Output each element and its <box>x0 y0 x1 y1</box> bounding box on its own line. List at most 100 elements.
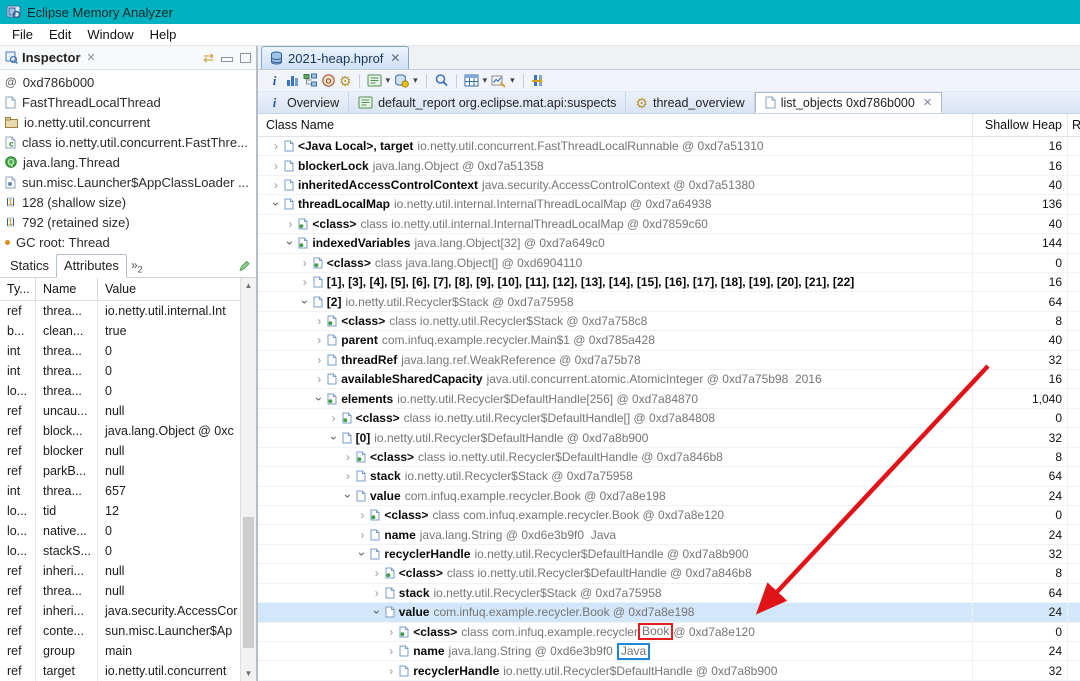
dropdown-arrow-icon[interactable]: ▾ <box>483 75 488 86</box>
collapse-chevron-icon[interactable]: › <box>327 431 341 445</box>
tree-row[interactable]: › <class> class java.lang.Object[] @ 0xd69… <box>258 253 1080 273</box>
attributes-scrollbar[interactable]: ▲ ▼ <box>240 278 256 681</box>
tree-row[interactable]: › indexedVariables java.lang.Object[32] @ … <box>258 234 1080 254</box>
export-icon[interactable] <box>491 73 506 88</box>
tree-row[interactable]: › value com.infuq.example.recycler.Book @ … <box>258 486 1080 507</box>
sync-icon[interactable]: ⇄ <box>203 51 214 64</box>
gear-icon[interactable]: ⚙ <box>339 74 352 88</box>
expand-chevron-icon[interactable]: › <box>269 160 283 172</box>
threads-icon[interactable] <box>531 73 546 88</box>
tab-thread_overview[interactable]: ⚙ thread_overview <box>626 92 755 113</box>
expand-chevron-icon[interactable]: › <box>298 257 312 269</box>
attribute-row[interactable]: lo... stackS... 0 <box>0 541 240 561</box>
tab-overflow-chevron[interactable]: »2 <box>127 255 147 277</box>
inspector-item[interactable]: io.netty.util.concurrent <box>0 112 256 132</box>
attribute-row[interactable]: int threa... 0 <box>0 341 240 361</box>
expand-chevron-icon[interactable]: › <box>312 315 326 327</box>
column-type[interactable]: Ty... <box>0 278 36 300</box>
inspector-item[interactable]: 1 128 (shallow size) <box>0 192 256 212</box>
collapse-chevron-icon[interactable]: › <box>269 197 283 211</box>
tree-row[interactable]: › value com.infuq.example.recycler.Book @ … <box>258 603 1080 623</box>
attribute-row[interactable]: ref conte... sun.misc.Launcher$Ap <box>0 621 240 641</box>
list-icon[interactable] <box>367 73 382 88</box>
inspector-item[interactable]: 1 792 (retained size) <box>0 212 256 232</box>
expand-chevron-icon[interactable]: › <box>341 451 355 463</box>
collapse-chevron-icon[interactable]: › <box>298 295 312 309</box>
expand-chevron-icon[interactable]: › <box>341 470 355 482</box>
tree-row[interactable]: › parent com.infuq.example.recycler.Main$1… <box>258 331 1080 351</box>
info-icon[interactable]: i <box>267 73 282 88</box>
dominator-icon[interactable] <box>303 73 318 88</box>
attribute-row[interactable]: ref threa... null <box>0 581 240 601</box>
inspector-item[interactable]: GC root: Thread <box>0 232 256 252</box>
tree-row[interactable]: › availableSharedCapacity java.util.concur… <box>258 370 1080 390</box>
menu-edit[interactable]: Edit <box>41 27 79 42</box>
scroll-up-icon[interactable]: ▲ <box>241 281 256 290</box>
close-icon[interactable]: ✕ <box>923 96 932 109</box>
maximize-icon[interactable] <box>240 52 251 63</box>
attribute-row[interactable]: lo... tid 12 <box>0 501 240 521</box>
attribute-row[interactable]: ref block... java.lang.Object @ 0xc <box>0 421 240 441</box>
column-value[interactable]: Value <box>98 278 240 300</box>
attribute-row[interactable]: lo... native... 0 <box>0 521 240 541</box>
attribute-row[interactable]: ref group main <box>0 641 240 661</box>
column-class-name[interactable]: Class Name <box>258 114 972 136</box>
tree-row[interactable]: › <class> class io.netty.util.Recycler$Def… <box>258 447 1080 468</box>
histogram-icon[interactable] <box>285 73 300 88</box>
tree-row[interactable]: › stack io.netty.util.Recycler$Stack @ 0xd… <box>258 467 1080 487</box>
attribute-row[interactable]: ref target io.netty.util.concurrent <box>0 661 240 681</box>
expand-chevron-icon[interactable]: › <box>269 179 283 191</box>
group-icon[interactable] <box>394 73 409 88</box>
dropdown-arrow-icon[interactable]: ▾ <box>413 75 418 86</box>
dropdown-arrow-icon[interactable]: ▾ <box>510 75 515 86</box>
expand-chevron-icon[interactable]: › <box>283 218 297 230</box>
column-shallow-heap[interactable]: Shallow Heap <box>972 114 1067 136</box>
tree-row[interactable]: › name java.lang.String @ 0xd6e3b9f0 Java 24 <box>258 641 1080 662</box>
expand-chevron-icon[interactable]: › <box>384 645 398 657</box>
scrollbar-thumb[interactable] <box>243 517 254 648</box>
tree-row[interactable]: › <class> class io.netty.util.Recycler$Def… <box>258 564 1080 584</box>
inspector-item[interactable]: c class io.netty.util.concurrent.FastThre… <box>0 132 256 152</box>
tree-row[interactable]: › [2] io.netty.util.Recycler$Stack @ 0xd7a… <box>258 292 1080 312</box>
attribute-row[interactable]: int threa... 0 <box>0 361 240 381</box>
collapse-chevron-icon[interactable]: › <box>370 605 384 619</box>
expand-chevron-icon[interactable]: › <box>312 334 326 346</box>
tree-row[interactable]: › [1], [3], [4], [5], [6], [7], [8], [9],… <box>258 272 1080 293</box>
tab-attributes[interactable]: Attributes <box>56 254 127 278</box>
tab-heap-file[interactable]: 2021-heap.hprof ✕ <box>261 46 410 69</box>
inspector-close-icon[interactable]: ✕ <box>87 51 96 64</box>
attribute-row[interactable]: lo... threa... 0 <box>0 381 240 401</box>
tree-row[interactable]: › <class> class io.netty.util.Recycler$Def… <box>258 408 1080 429</box>
tree-row[interactable]: › elements io.netty.util.Recycler$DefaultH… <box>258 389 1080 409</box>
tree-row[interactable]: › threadLocalMap io.netty.util.internal.In… <box>258 195 1080 215</box>
table-icon[interactable] <box>464 73 479 88</box>
attribute-row[interactable]: b... clean... true <box>0 321 240 341</box>
tree-row[interactable]: › recyclerHandle io.netty.util.Recycler$De… <box>258 544 1080 565</box>
dropdown-arrow-icon[interactable]: ▾ <box>386 75 391 86</box>
tree-row[interactable]: › blockerLock java.lang.Object @ 0xd7a5135… <box>258 156 1080 176</box>
tree-row[interactable]: › <Java Local>, target io.netty.util.concu… <box>258 137 1080 157</box>
expand-chevron-icon[interactable]: › <box>312 354 326 366</box>
scroll-down-icon[interactable]: ▼ <box>241 669 256 678</box>
expand-chevron-icon[interactable]: › <box>298 276 312 288</box>
collapse-chevron-icon[interactable]: › <box>355 547 369 561</box>
expand-chevron-icon[interactable]: › <box>355 509 369 521</box>
expand-chevron-icon[interactable]: › <box>327 412 341 424</box>
attribute-row[interactable]: ref inheri... null <box>0 561 240 581</box>
tree-row[interactable]: › recyclerHandle io.netty.util.Recycler$De… <box>258 661 1080 681</box>
tree-row[interactable]: › threadRef java.lang.ref.WeakReference @ … <box>258 350 1080 371</box>
tree-row[interactable]: › stack io.netty.util.Recycler$Stack @ 0xd… <box>258 583 1080 604</box>
tree-row[interactable]: › <class> class io.netty.util.Recycler$Sta… <box>258 311 1080 332</box>
attribute-row[interactable]: ref inheri... java.security.AccessCor <box>0 601 240 621</box>
tab-statics[interactable]: Statics <box>3 255 56 277</box>
inspector-item[interactable]: @0xd786b000 <box>0 72 256 92</box>
expand-chevron-icon[interactable]: › <box>370 567 384 579</box>
column-name[interactable]: Name <box>36 278 98 300</box>
tree-row[interactable]: › <class> class com.infuq.example.recycler… <box>258 622 1080 642</box>
tab-list_objects[interactable]: list_objects 0xd786b000 ✕ <box>754 92 943 113</box>
tree-row[interactable]: › name java.lang.String @ 0xd6e3b9f0 Java 2… <box>258 525 1080 545</box>
tree-row[interactable]: › <class> class com.infuq.example.recycler… <box>258 506 1080 526</box>
menu-file[interactable]: File <box>4 27 41 42</box>
inspector-item[interactable]: Qjava.lang.Thread <box>0 152 256 172</box>
attribute-row[interactable]: ref threa... io.netty.util.internal.Int <box>0 301 240 321</box>
